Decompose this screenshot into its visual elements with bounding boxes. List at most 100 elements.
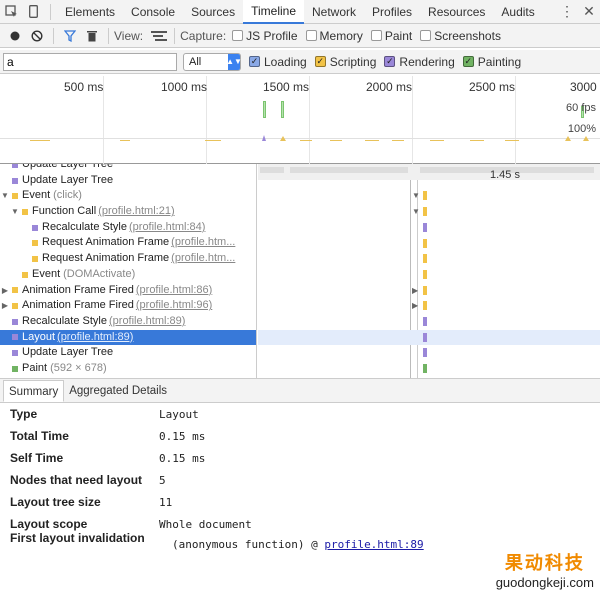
ruler-tick: 2500 ms — [469, 80, 516, 94]
source-link[interactable]: (profile.htm... — [171, 251, 235, 267]
category-swatch — [22, 208, 28, 215]
event-bar[interactable] — [423, 301, 427, 311]
filter-scripting[interactable]: ✓ Scripting — [314, 55, 376, 69]
tree-row[interactable]: Request Animation Frame (profile.htm... — [0, 251, 256, 267]
event-bar[interactable] — [423, 207, 427, 217]
event-bar[interactable] — [423, 191, 427, 201]
filter-rendering[interactable]: ✓ Rendering — [384, 55, 455, 69]
expanded-triangle-icon[interactable]: ▼ — [10, 204, 20, 220]
filter-input[interactable] — [3, 52, 177, 71]
source-link[interactable]: (profile.html:84) — [129, 220, 205, 236]
source-link[interactable]: (profile.html:89) — [109, 314, 185, 330]
inspect-icon[interactable] — [0, 1, 22, 23]
event-bar[interactable] — [423, 269, 427, 279]
checkbox-icon — [305, 30, 317, 41]
tab-aggregated-details[interactable]: Aggregated Details — [64, 380, 172, 402]
tab-console[interactable]: Console — [123, 0, 183, 24]
tree-row[interactable]: ▼ Function Call (profile.html:21) — [0, 204, 256, 220]
trash-icon[interactable] — [81, 25, 103, 47]
flame-row: ▼ — [258, 188, 600, 204]
event-bar[interactable] — [423, 348, 427, 358]
tree-row[interactable]: Update Layer Tree — [0, 164, 256, 173]
expanded-triangle-icon[interactable]: ▼ — [412, 191, 420, 200]
event-bar[interactable] — [423, 222, 427, 232]
cpu-activity-chart — [30, 135, 589, 141]
event-detail: (592 × 678) — [50, 361, 107, 374]
event-label: Recalculate Style — [42, 220, 127, 233]
event-label: Animation Frame Fired — [22, 283, 134, 296]
source-link[interactable]: (profile.htm... — [171, 235, 235, 251]
tree-row[interactable]: ▼ Event (click) — [0, 188, 256, 204]
device-mode-icon[interactable] — [22, 1, 44, 23]
tree-row[interactable]: Update Layer Tree — [0, 173, 256, 189]
flame-row: ▶ — [258, 283, 600, 299]
tree-row[interactable]: Layout (profile.html:89) — [0, 329, 256, 346]
expanded-triangle-icon[interactable]: ▼ — [0, 188, 10, 204]
event-bar[interactable] — [423, 254, 427, 264]
category-swatch — [12, 350, 18, 357]
detail-row: Layout scope Whole document — [0, 513, 600, 535]
tree-row[interactable]: ▶ Animation Frame Fired (profile.html:86) — [0, 283, 256, 299]
flame-row — [258, 314, 600, 330]
event-bar[interactable] — [423, 364, 427, 374]
source-link[interactable]: (profile.html:86) — [136, 283, 212, 299]
detail-value: Layout — [159, 407, 199, 421]
event-label: Event — [22, 189, 51, 202]
close-icon[interactable]: ✕ — [578, 1, 600, 23]
clear-icon[interactable] — [26, 25, 48, 47]
category-select[interactable]: All ▲▼ — [183, 52, 242, 71]
tab-timeline[interactable]: Timeline — [243, 0, 304, 24]
capture-js-profile[interactable]: JS Profile — [232, 29, 298, 43]
tree-row[interactable]: Recalculate Style (profile.html:84) — [0, 220, 256, 236]
collapsed-triangle-icon[interactable]: ▶ — [412, 286, 418, 295]
event-label: Update Layer Tree — [22, 164, 114, 170]
event-bar[interactable] — [423, 238, 427, 248]
capture-paint[interactable]: Paint — [370, 29, 412, 43]
tree-row[interactable]: Event (DOMActivate) — [0, 267, 256, 283]
source-link[interactable]: (profile.html:96) — [136, 298, 212, 314]
tree-row[interactable]: Paint (592 × 678) — [0, 361, 256, 377]
tab-summary[interactable]: Summary — [3, 380, 65, 402]
flame-row — [258, 220, 600, 236]
source-link[interactable]: (profile.html:21) — [98, 204, 174, 220]
flame-chart[interactable]: 1.45 s ▼ ▼ ▶ ▶ — [258, 164, 600, 378]
more-icon[interactable]: ⋮ — [556, 1, 578, 23]
tab-audits[interactable]: Audits — [493, 0, 542, 24]
capture-memory[interactable]: Memory — [305, 29, 363, 43]
details-panel: First layout invalidation (anonymous fun… — [0, 403, 600, 594]
source-link[interactable]: (profile.html:89) — [57, 330, 133, 346]
event-label: Event — [32, 267, 61, 280]
category-swatch — [12, 193, 18, 200]
filter-icon[interactable] — [59, 25, 81, 47]
tab-network[interactable]: Network — [304, 0, 364, 24]
filter-painting[interactable]: ✓ Painting — [462, 55, 521, 69]
tab-profiles[interactable]: Profiles — [364, 0, 420, 24]
collapsed-triangle-icon[interactable]: ▶ — [0, 298, 10, 314]
record-icon[interactable] — [4, 25, 26, 47]
event-label: Update Layer Tree — [22, 346, 114, 359]
event-bar[interactable] — [423, 317, 427, 326]
checkbox-checked-icon: ✓ — [249, 56, 260, 67]
tab-sources[interactable]: Sources — [183, 0, 243, 24]
event-label: Recalculate Style — [22, 314, 107, 327]
category-swatch — [32, 240, 38, 247]
timeline-overview[interactable]: 500 ms 1000 ms 1500 ms 2000 ms 2500 ms 3… — [0, 76, 600, 164]
collapsed-triangle-icon[interactable]: ▶ — [412, 301, 418, 310]
event-detail: (DOMActivate) — [63, 267, 136, 280]
flame-view-icon[interactable] — [149, 25, 169, 47]
tab-elements[interactable]: Elements — [57, 0, 123, 24]
tree-row[interactable]: Update Layer Tree — [0, 345, 256, 361]
filter-loading[interactable]: ✓ Loading — [249, 55, 307, 69]
flame-row — [258, 329, 600, 346]
tree-row[interactable]: ▶ Animation Frame Fired (profile.html:96) — [0, 298, 256, 314]
tab-resources[interactable]: Resources — [420, 0, 493, 24]
capture-screenshots[interactable]: Screenshots — [420, 29, 501, 43]
source-link[interactable]: profile.html:89 — [324, 538, 423, 551]
collapsed-triangle-icon[interactable]: ▶ — [0, 283, 10, 299]
category-swatch — [12, 318, 18, 325]
event-bar[interactable] — [423, 285, 427, 295]
event-bar[interactable] — [423, 332, 427, 342]
expanded-triangle-icon[interactable]: ▼ — [412, 207, 420, 216]
tree-row[interactable]: Recalculate Style (profile.html:89) — [0, 314, 256, 330]
tree-row[interactable]: Request Animation Frame (profile.htm... — [0, 235, 256, 251]
